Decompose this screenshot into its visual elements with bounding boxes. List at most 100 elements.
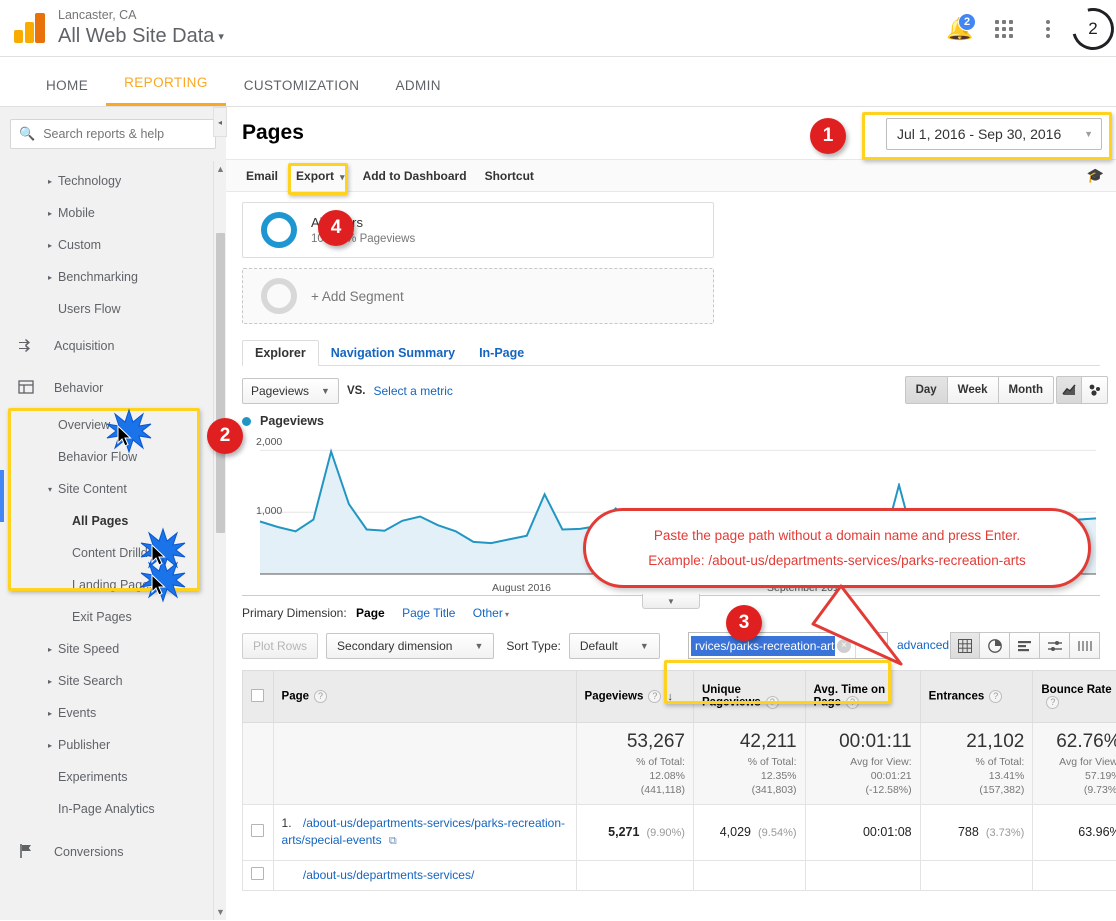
tab-explorer[interactable]: Explorer (242, 340, 319, 366)
graduation-cap-icon[interactable]: 🎓 (1087, 167, 1104, 184)
email-button[interactable]: Email (238, 164, 286, 188)
table-row[interactable]: 2. /about-us/departments-services/ (242, 859, 1116, 891)
avatar[interactable]: 2 (1064, 0, 1116, 58)
sidebar-item-site-content[interactable]: ▾ Site Content (0, 473, 226, 505)
sidebar-item-benchmarking[interactable]: ▸ Benchmarking (0, 261, 226, 293)
sidebar-item-label: Experiments (58, 770, 128, 784)
row-checkbox[interactable] (251, 824, 265, 838)
sort-type-select[interactable]: Default ▼ (568, 633, 660, 659)
plot-rows-button[interactable]: Plot Rows (242, 633, 319, 659)
sidebar-item-in-page-analytics[interactable]: In-Page Analytics (0, 793, 226, 825)
sidebar-collapse-button[interactable]: ◂ (213, 107, 227, 137)
sidebar-item-mobile[interactable]: ▸ Mobile (0, 197, 226, 229)
select-all-checkbox[interactable] (251, 688, 264, 702)
sidebar-item-publisher[interactable]: ▸ Publisher (0, 729, 226, 761)
row-checkbox[interactable] (251, 867, 265, 881)
export-button[interactable]: Export (288, 164, 353, 188)
granularity-month[interactable]: Month (998, 376, 1054, 404)
primary-dimension-page-title[interactable]: Page Title (402, 606, 455, 620)
line-chart-icon[interactable] (1056, 376, 1082, 404)
sidebar-item-experiments[interactable]: Experiments (0, 761, 226, 793)
open-external-icon[interactable]: ⧉ (389, 835, 397, 847)
help-icon[interactable]: ? (648, 690, 662, 703)
tab-customization[interactable]: CUSTOMIZATION (226, 78, 378, 106)
select-all-header[interactable] (242, 670, 274, 723)
account-selector[interactable]: Lancaster, CA All Web Site Data ▾ (58, 8, 224, 47)
help-icon[interactable]: ? (765, 696, 779, 709)
search-input[interactable] (41, 126, 207, 142)
help-icon[interactable]: ? (1046, 696, 1060, 709)
chevron-down-icon[interactable]: ▾ (218, 31, 224, 43)
shortcut-button[interactable]: Shortcut (477, 164, 542, 188)
mouse-cursor-icon (117, 425, 132, 447)
help-icon[interactable]: ? (846, 696, 860, 709)
tab-navigation-summary[interactable]: Navigation Summary (319, 341, 467, 365)
more-options-button[interactable] (1028, 9, 1068, 49)
performance-view-icon[interactable] (1010, 632, 1040, 659)
notifications-button[interactable]: 🔔 2 (940, 9, 980, 49)
search-box[interactable]: 🔍 (10, 119, 216, 149)
date-range-value: Jul 1, 2016 - Sep 30, 2016 (897, 126, 1062, 142)
select-a-metric-link[interactable]: Select a metric (374, 384, 453, 398)
granularity-day[interactable]: Day (904, 376, 948, 404)
mouse-cursor-icon (151, 544, 166, 566)
tab-in-page[interactable]: In-Page (467, 341, 536, 365)
sidebar-item-custom[interactable]: ▸ Custom (0, 229, 226, 261)
sidebar-item-exit-pages[interactable]: Exit Pages (0, 601, 226, 633)
primary-dimension-page[interactable]: Page (356, 606, 385, 620)
table-view-icon[interactable] (950, 632, 980, 659)
date-range-selector[interactable]: Jul 1, 2016 - Sep 30, 2016 ▼ (886, 118, 1102, 150)
pivot-view-icon[interactable] (1070, 632, 1100, 659)
sidebar-item-site-search[interactable]: ▸ Site Search (0, 665, 226, 697)
row-checkbox-cell[interactable] (242, 803, 274, 861)
sidebar-item-technology[interactable]: ▸ Technology (0, 165, 226, 197)
sidebar-item-label: Publisher (58, 738, 111, 752)
apps-grid-button[interactable] (984, 9, 1024, 49)
chart-expand-handle[interactable]: ▼ (642, 594, 700, 609)
primary-dimension-other[interactable]: Other (473, 606, 509, 620)
sidebar-item-events[interactable]: ▸ Events (0, 697, 226, 729)
totals-pageviews-l2: 12.08% (649, 770, 685, 783)
sidebar-scrollbar[interactable]: ▲ ▼ (213, 161, 226, 920)
col-page[interactable]: Page? (272, 670, 577, 723)
row-checkbox-cell[interactable] (242, 859, 274, 891)
pie-chart-view-icon[interactable] (980, 632, 1010, 659)
row-page-link[interactable]: /about-us/departments-services/ (303, 868, 474, 882)
sidebar-item-label: Overview (58, 418, 111, 432)
motion-chart-icon[interactable] (1082, 376, 1108, 404)
sidebar-item-label: Site Speed (58, 642, 120, 656)
row-pageviews: 5,271 (608, 825, 640, 840)
metric-select[interactable]: Pageviews ▼ (242, 378, 339, 404)
col-bounce-rate[interactable]: Bounce Rate? (1032, 670, 1116, 723)
comparison-view-icon[interactable] (1040, 632, 1070, 659)
col-entrances[interactable]: Entrances? (919, 670, 1034, 723)
view-name[interactable]: All Web Site Data ▾ (58, 24, 224, 47)
secondary-dimension-button[interactable]: Secondary dimension ▼ (326, 633, 495, 659)
tab-admin[interactable]: ADMIN (377, 78, 459, 106)
sidebar-item-all-pages[interactable]: All Pages (0, 505, 226, 537)
chevron-down-icon[interactable]: ▼ (1084, 129, 1093, 139)
tab-reporting[interactable]: REPORTING (106, 75, 226, 106)
table-row[interactable]: 1. /about-us/departments-services/parks-… (242, 803, 1116, 861)
sidebar-item-site-speed[interactable]: ▸ Site Speed (0, 633, 226, 665)
col-pageviews[interactable]: Pageviews? ↓ (575, 670, 694, 723)
granularity-week[interactable]: Week (947, 376, 999, 404)
chevron-right-icon: ▸ (48, 240, 53, 250)
tab-home[interactable]: HOME (28, 78, 106, 106)
sidebar-scroll-thumb[interactable] (216, 233, 225, 533)
sidebar-item-acquisition[interactable]: Acquisition (0, 325, 226, 367)
sidebar-item-behavior[interactable]: Behavior (0, 367, 226, 409)
page-title: Pages (242, 121, 304, 144)
sidebar-item-content-drilldown[interactable]: Content Drilldown (0, 537, 226, 569)
segment-all-users[interactable]: All Users 100.00% Pageviews (242, 202, 714, 258)
add-to-dashboard-button[interactable]: Add to Dashboard (355, 164, 475, 188)
sidebar-item-conversions[interactable]: Conversions (0, 831, 226, 873)
sort-desc-icon[interactable]: ↓ (667, 691, 673, 703)
legend-dot-icon (242, 416, 251, 426)
add-segment-button[interactable]: + Add Segment (242, 268, 714, 324)
sidebar-item-landing-pages[interactable]: Landing Pages (0, 569, 226, 601)
help-icon[interactable]: ? (989, 690, 1003, 703)
sidebar-item-users-flow[interactable]: Users Flow (0, 293, 226, 325)
help-icon[interactable]: ? (314, 690, 328, 703)
row-page-link[interactable]: /about-us/departments-services/parks-rec… (282, 816, 565, 847)
